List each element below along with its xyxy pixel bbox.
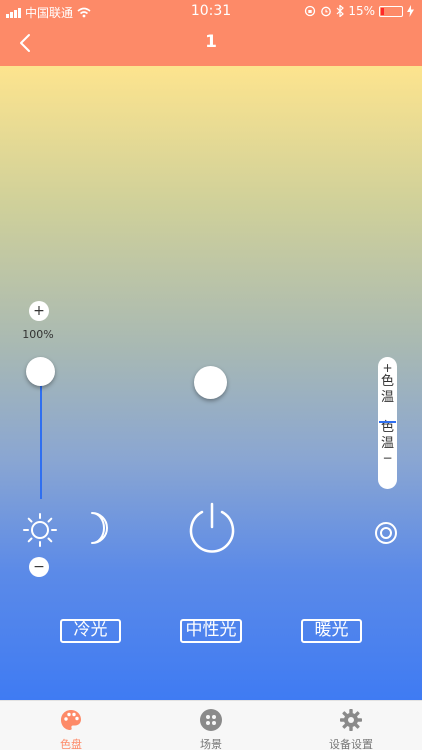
brightness-slider-knob[interactable] — [26, 357, 55, 386]
gear-icon — [340, 709, 362, 731]
scene-grid-icon — [200, 709, 222, 731]
preset-warm-button[interactable]: 暖光 — [301, 619, 362, 643]
tab-color-wheel-label: 色盘 — [60, 738, 82, 750]
preset-cool-button[interactable]: 冷光 — [60, 619, 121, 643]
tab-color-wheel[interactable]: 色盘 — [21, 701, 121, 750]
color-temp-slider[interactable]: + 色温 色温 − — [378, 357, 397, 489]
brightness-slider-track[interactable] — [40, 371, 42, 499]
status-bar: 中国联通 10:31 15% — [0, 0, 422, 22]
status-right: 15% — [304, 4, 414, 18]
color-temp-label-bottom: 色温 — [378, 420, 397, 452]
color-temp-label-bottom-text: 色温 — [381, 420, 395, 451]
color-temp-label-top-text: 色温 — [381, 374, 395, 405]
brightness-minus-button[interactable]: − — [29, 557, 49, 577]
page-title: 1 — [205, 32, 217, 52]
tab-device-settings[interactable]: 设备设置 — [301, 701, 401, 750]
color-panel[interactable]: + 100% − + 色温 色温 − 冷光 中性光 暖光 — [0, 66, 422, 700]
alarm-icon — [321, 6, 332, 17]
tab-device-settings-label: 设备设置 — [329, 738, 373, 750]
color-temp-plus[interactable]: + — [378, 362, 397, 374]
preset-neutral-button[interactable]: 中性光 — [180, 619, 242, 643]
palette-icon — [61, 710, 81, 730]
target-icon[interactable] — [374, 521, 398, 545]
battery-label: 15% — [348, 4, 375, 18]
orientation-lock-icon — [305, 5, 316, 17]
power-icon[interactable] — [185, 500, 239, 554]
color-picker-knob[interactable] — [194, 366, 227, 399]
color-temp-divider — [379, 421, 396, 423]
tab-scene-label: 场景 — [200, 738, 222, 750]
charging-icon — [407, 5, 414, 17]
color-temp-label-top: 色温 — [378, 374, 397, 406]
brightness-plus-button[interactable]: + — [29, 301, 49, 321]
top-bar: 中国联通 10:31 15% 1 — [0, 0, 422, 66]
moon-icon[interactable] — [86, 511, 112, 545]
color-temp-minus[interactable]: − — [378, 452, 397, 464]
brightness-percent: 100% — [22, 328, 54, 341]
tab-bar: 色盘 场景 设备设置 — [0, 700, 422, 750]
bluetooth-icon — [336, 5, 345, 17]
nav-bar: 1 — [0, 22, 422, 66]
battery-icon — [379, 5, 403, 17]
brightness-sun-icon — [23, 513, 57, 547]
tab-scene[interactable]: 场景 — [161, 701, 261, 750]
